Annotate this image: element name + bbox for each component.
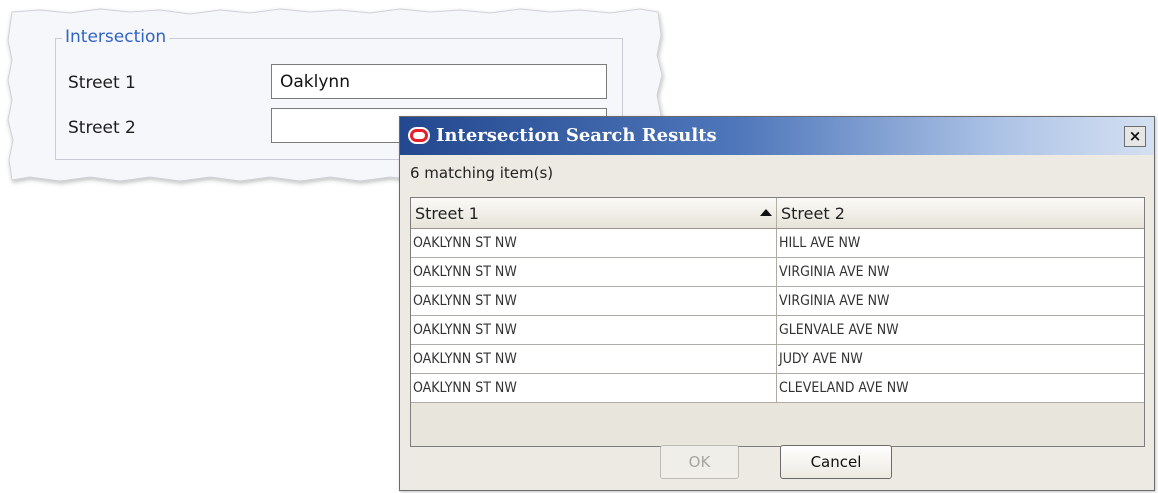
- intersection-search-results-dialog: Intersection Search Results × 6 matching…: [399, 116, 1155, 491]
- column-header-street2[interactable]: Street 2: [777, 198, 1144, 228]
- cell-street1: OAKLYNN ST NW: [411, 374, 777, 402]
- table-header: Street 1 Street 2: [411, 198, 1144, 229]
- dialog-titlebar[interactable]: Intersection Search Results ×: [400, 117, 1154, 155]
- street1-input[interactable]: [271, 64, 607, 99]
- table-row[interactable]: OAKLYNN ST NW VIRGINIA AVE NW: [411, 287, 1144, 316]
- sort-ascending-icon: [760, 209, 772, 216]
- cell-street1: OAKLYNN ST NW: [411, 287, 777, 315]
- results-table: Street 1 Street 2 OAKLYNN ST NW HILL AVE…: [410, 197, 1145, 447]
- street1-label: Street 1: [68, 73, 136, 93]
- cell-street1: OAKLYNN ST NW: [411, 316, 777, 344]
- street2-label: Street 2: [68, 118, 136, 138]
- cell-street2: VIRGINIA AVE NW: [779, 293, 890, 309]
- ok-button[interactable]: OK: [660, 445, 739, 479]
- table-body: OAKLYNN ST NW HILL AVE NW OAKLYNN ST NW …: [411, 229, 1144, 403]
- table-row[interactable]: OAKLYNN ST NW VIRGINIA AVE NW: [411, 258, 1144, 287]
- dialog-title: Intersection Search Results: [436, 125, 717, 146]
- table-row[interactable]: OAKLYNN ST NW JUDY AVE NW: [411, 345, 1144, 374]
- cell-street1: OAKLYNN ST NW: [411, 258, 777, 286]
- column-header-street1[interactable]: Street 1: [411, 198, 777, 228]
- close-icon[interactable]: ×: [1124, 126, 1146, 147]
- cell-street2: HILL AVE NW: [779, 235, 861, 251]
- table-row[interactable]: OAKLYNN ST NW GLENVALE AVE NW: [411, 316, 1144, 345]
- oracle-logo-icon: [408, 127, 430, 144]
- cell-street2: GLENVALE AVE NW: [779, 322, 899, 338]
- column-header-label: Street 1: [415, 203, 479, 223]
- cell-street1: OAKLYNN ST NW: [411, 345, 777, 373]
- cell-street2: VIRGINIA AVE NW: [779, 264, 890, 280]
- column-header-label: Street 2: [781, 203, 845, 223]
- table-row[interactable]: OAKLYNN ST NW CLEVELAND AVE NW: [411, 374, 1144, 403]
- cell-street2: JUDY AVE NW: [779, 351, 863, 367]
- table-row[interactable]: OAKLYNN ST NW HILL AVE NW: [411, 229, 1144, 258]
- intersection-group-title: Intersection: [62, 26, 170, 48]
- cell-street1: OAKLYNN ST NW: [411, 229, 777, 257]
- match-count: 6 matching item(s): [410, 164, 554, 182]
- cell-street2: CLEVELAND AVE NW: [779, 380, 909, 396]
- cancel-button[interactable]: Cancel: [780, 445, 892, 479]
